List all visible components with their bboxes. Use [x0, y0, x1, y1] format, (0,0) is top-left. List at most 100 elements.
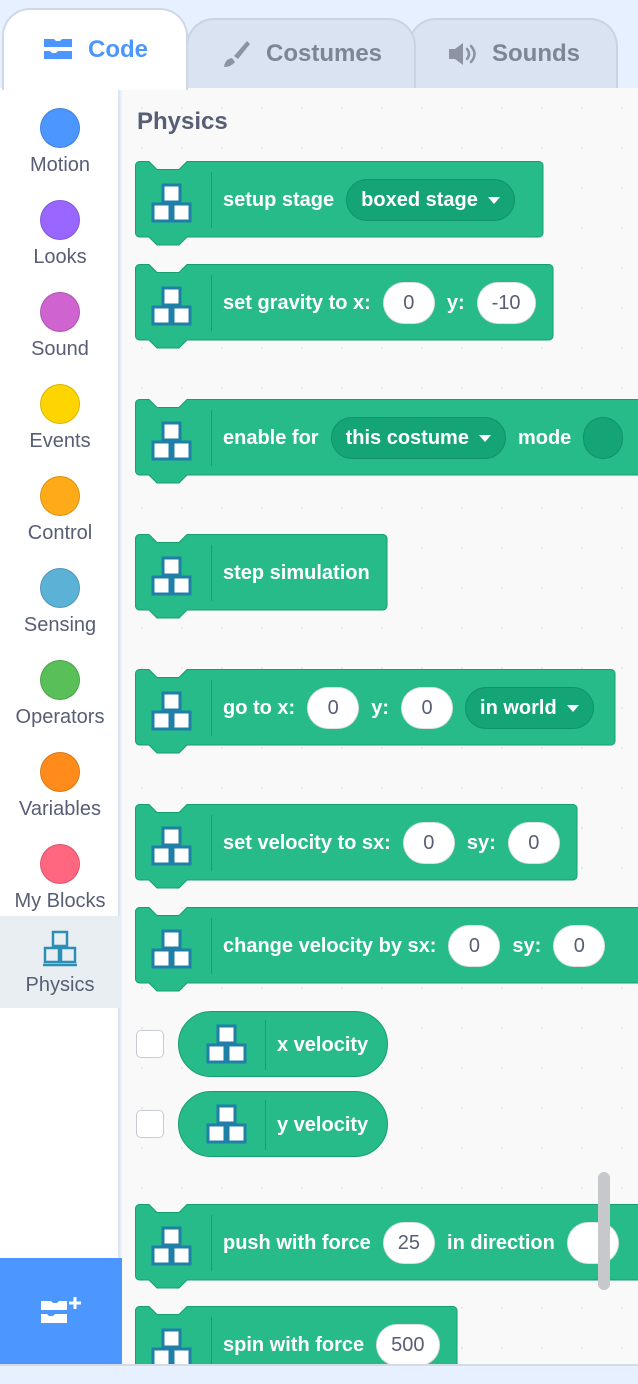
block-separator [211, 918, 212, 974]
y-velocity-checkbox[interactable] [136, 1110, 164, 1138]
block-separator [211, 410, 212, 466]
tab-code[interactable]: Code [2, 8, 188, 90]
physics-extension-icon [151, 1226, 192, 1266]
physics-extension-icon [151, 826, 192, 866]
physics-extension-icon [206, 1024, 247, 1064]
category-sound[interactable]: Sound [0, 280, 120, 372]
category-operators[interactable]: Operators [0, 648, 120, 740]
stage-type-dropdown[interactable]: boxed stage [346, 179, 515, 221]
category-label: Physics [25, 974, 95, 996]
block-separator [265, 1020, 266, 1070]
category-variables[interactable]: Variables [0, 740, 120, 832]
category-label: Looks [33, 246, 87, 268]
palette-category-title: Physics [137, 108, 228, 135]
my-blocks-category-dot [40, 844, 80, 884]
block-label: set gravity to x: [223, 291, 371, 314]
motion-category-dot [40, 108, 80, 148]
block-separator [211, 172, 212, 228]
operators-category-dot [40, 660, 80, 700]
brush-icon [220, 38, 252, 70]
category-label: Sound [31, 338, 89, 360]
add-extension-button[interactable] [0, 1258, 122, 1366]
category-label: My Blocks [14, 890, 106, 912]
dropdown-caret-icon [566, 704, 579, 712]
block-label: set velocity to sx: [223, 831, 391, 854]
dropdown-value: in world [480, 696, 557, 719]
block-separator [211, 680, 212, 736]
category-my-blocks[interactable]: My Blocks [0, 832, 120, 924]
goto-x-input[interactable]: 0 [307, 687, 360, 729]
sound-category-dot [40, 292, 80, 332]
block-separator [211, 1215, 212, 1271]
block-separator [211, 275, 212, 331]
tab-label: Code [88, 36, 148, 63]
category-label: Events [29, 430, 91, 452]
gravity-x-input[interactable]: 0 [382, 282, 435, 324]
category-motion[interactable]: Motion [0, 96, 120, 188]
reporter-label: y velocity [277, 1114, 369, 1136]
velocity-sy-input[interactable]: 0 [507, 822, 560, 864]
events-category-dot [40, 384, 80, 424]
dropdown-value: boxed stage [361, 188, 478, 211]
change-sy-input[interactable]: 0 [553, 925, 606, 967]
dropdown-caret-icon [478, 434, 491, 442]
control-category-dot [40, 476, 80, 516]
block-label: in direction [447, 1231, 555, 1254]
gravity-y-input[interactable]: -10 [476, 282, 536, 324]
reporter-label: x velocity [277, 1034, 369, 1056]
category-physics[interactable]: Physics [0, 916, 120, 1008]
editor-tabs: Sounds Costumes Code [0, 0, 638, 90]
goto-y-input[interactable]: 0 [401, 687, 454, 729]
block-row: spin with force 500 [223, 1306, 440, 1364]
block-label: go to x: [223, 696, 296, 719]
block-label: step simulation [223, 561, 370, 584]
block-label: mode [517, 426, 572, 449]
block-label: push with force [223, 1231, 371, 1254]
block-row: enable for this costume mode [223, 399, 624, 477]
block-separator [211, 815, 212, 871]
block-row: setup stage boxed stage [223, 161, 515, 239]
variables-category-dot [40, 752, 80, 792]
tab-costumes[interactable]: Costumes [186, 18, 416, 88]
category-looks[interactable]: Looks [0, 188, 120, 280]
push-direction-input[interactable] [566, 1222, 619, 1264]
change-sx-input[interactable]: 0 [448, 925, 501, 967]
physics-extension-icon [151, 556, 192, 596]
sensing-category-dot [40, 568, 80, 608]
costume-dropdown[interactable]: this costume [330, 417, 506, 459]
push-force-input[interactable]: 25 [382, 1222, 436, 1264]
category-label: Sensing [23, 614, 97, 636]
block-row: set gravity to x: 0 y: -10 [223, 264, 536, 342]
block-label: sy: [512, 934, 542, 957]
category-label: Variables [19, 798, 101, 820]
block-label: spin with force [223, 1333, 365, 1356]
reporter-y-velocity[interactable]: y velocity [178, 1091, 388, 1157]
block-palette: Physics setup stage boxed stage set grav… [122, 88, 638, 1364]
physics-extension-icon [151, 1328, 192, 1364]
space-dropdown[interactable]: in world [465, 687, 594, 729]
tab-sounds[interactable]: Sounds [408, 18, 618, 88]
category-sensing[interactable]: Sensing [0, 556, 120, 648]
spin-force-input[interactable]: 500 [376, 1324, 440, 1364]
mode-dropdown[interactable] [583, 417, 624, 459]
category-control[interactable]: Control [0, 464, 120, 556]
block-row: go to x: 0 y: 0 in world [223, 669, 594, 747]
block-label: sy: [466, 831, 496, 854]
tab-label: Sounds [492, 40, 580, 67]
dropdown-caret-icon [487, 196, 500, 204]
physics-extension-icon [151, 691, 192, 731]
block-row: push with force 25 in direction [223, 1204, 619, 1282]
velocity-sx-input[interactable]: 0 [402, 822, 455, 864]
block-label: y: [446, 291, 465, 314]
block-separator [211, 1317, 212, 1364]
block-row: step simulation [223, 534, 370, 612]
block-separator [211, 545, 212, 601]
category-label: Operators [15, 706, 105, 728]
bottom-border [0, 1364, 638, 1384]
x-velocity-checkbox[interactable] [136, 1030, 164, 1058]
block-row: set velocity to sx: 0 sy: 0 [223, 804, 560, 882]
category-events[interactable]: Events [0, 372, 120, 464]
palette-scrollbar[interactable] [598, 1172, 610, 1290]
dropdown-value: this costume [345, 426, 469, 449]
reporter-x-velocity[interactable]: x velocity [178, 1011, 388, 1077]
